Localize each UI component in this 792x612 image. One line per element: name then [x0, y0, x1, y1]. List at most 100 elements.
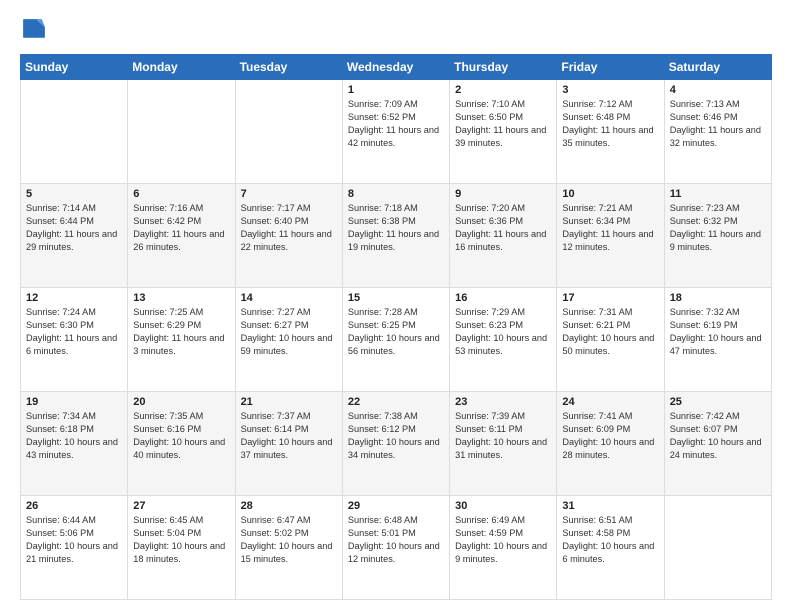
day-number: 15: [348, 292, 444, 304]
day-info: Sunrise: 6:49 AM Sunset: 4:59 PM Dayligh…: [455, 514, 551, 566]
day-number: 16: [455, 292, 551, 304]
day-header-friday: Friday: [557, 55, 664, 80]
calendar-cell: 28 Sunrise: 6:47 AM Sunset: 5:02 PM Dayli…: [235, 496, 342, 600]
week-row-4: 19Sunrise: 7:34 AM Sunset: 6:18 PM Dayli…: [21, 392, 772, 496]
calendar-cell: 2Sunrise: 7:10 AM Sunset: 6:50 PM Daylig…: [450, 80, 557, 184]
day-number: 6: [133, 188, 229, 200]
day-number: 4: [670, 84, 766, 96]
week-row-3: 12 Sunrise: 7:24 AM Sunset: 6:30 PM Dayli…: [21, 288, 772, 392]
day-header-tuesday: Tuesday: [235, 55, 342, 80]
day-header-wednesday: Wednesday: [342, 55, 449, 80]
page: SundayMondayTuesdayWednesdayThursdayFrid…: [0, 0, 792, 612]
day-info: Sunrise: 7:41 AM Sunset: 6:09 PM Dayligh…: [562, 410, 658, 462]
calendar-cell: 12 Sunrise: 7:24 AM Sunset: 6:30 PM Dayli…: [21, 288, 128, 392]
calendar-cell: 10 Sunrise: 7:21 AM Sunset: 6:34 PM Dayli…: [557, 184, 664, 288]
day-number: 24: [562, 396, 658, 408]
calendar-cell: [235, 80, 342, 184]
calendar-cell: [128, 80, 235, 184]
day-number: 10: [562, 188, 658, 200]
day-number: 14: [241, 292, 337, 304]
calendar-cell: 23Sunrise: 7:39 AM Sunset: 6:11 PM Dayli…: [450, 392, 557, 496]
calendar-cell: 8Sunrise: 7:18 AM Sunset: 6:38 PM Daylig…: [342, 184, 449, 288]
day-number: 3: [562, 84, 658, 96]
calendar-cell: 24 Sunrise: 7:41 AM Sunset: 6:09 PM Dayli…: [557, 392, 664, 496]
day-info: Sunrise: 7:29 AM Sunset: 6:23 PM Dayligh…: [455, 306, 551, 358]
day-header-sunday: Sunday: [21, 55, 128, 80]
day-header-thursday: Thursday: [450, 55, 557, 80]
calendar-header-row: SundayMondayTuesdayWednesdayThursdayFrid…: [21, 55, 772, 80]
calendar-cell: 26Sunrise: 6:44 AM Sunset: 5:06 PM Dayli…: [21, 496, 128, 600]
day-number: 26: [26, 500, 122, 512]
week-row-1: 1 Sunrise: 7:09 AM Sunset: 6:52 PM Daylig…: [21, 80, 772, 184]
day-info: Sunrise: 6:48 AM Sunset: 5:01 PM Dayligh…: [348, 514, 444, 566]
day-info: Sunrise: 6:47 AM Sunset: 5:02 PM Dayligh…: [241, 514, 337, 566]
day-header-monday: Monday: [128, 55, 235, 80]
day-info: Sunrise: 7:42 AM Sunset: 6:07 PM Dayligh…: [670, 410, 766, 462]
day-number: 18: [670, 292, 766, 304]
day-number: 2: [455, 84, 551, 96]
day-number: 11: [670, 188, 766, 200]
header: [20, 16, 772, 44]
calendar-cell: [21, 80, 128, 184]
day-header-saturday: Saturday: [664, 55, 771, 80]
day-info: Sunrise: 6:45 AM Sunset: 5:04 PM Dayligh…: [133, 514, 229, 566]
calendar-cell: [664, 496, 771, 600]
day-info: Sunrise: 7:38 AM Sunset: 6:12 PM Dayligh…: [348, 410, 444, 462]
day-info: Sunrise: 7:20 AM Sunset: 6:36 PM Dayligh…: [455, 202, 551, 254]
day-info: Sunrise: 7:13 AM Sunset: 6:46 PM Dayligh…: [670, 98, 766, 150]
day-number: 13: [133, 292, 229, 304]
calendar-cell: 19Sunrise: 7:34 AM Sunset: 6:18 PM Dayli…: [21, 392, 128, 496]
calendar-cell: 18 Sunrise: 7:32 AM Sunset: 6:19 PM Dayli…: [664, 288, 771, 392]
calendar-cell: 22 Sunrise: 7:38 AM Sunset: 6:12 PM Dayli…: [342, 392, 449, 496]
logo-icon: [20, 16, 48, 44]
day-number: 29: [348, 500, 444, 512]
calendar-cell: 20Sunrise: 7:35 AM Sunset: 6:16 PM Dayli…: [128, 392, 235, 496]
calendar-cell: 9 Sunrise: 7:20 AM Sunset: 6:36 PM Daylig…: [450, 184, 557, 288]
calendar-cell: 1 Sunrise: 7:09 AM Sunset: 6:52 PM Daylig…: [342, 80, 449, 184]
day-info: Sunrise: 7:32 AM Sunset: 6:19 PM Dayligh…: [670, 306, 766, 358]
day-info: Sunrise: 7:37 AM Sunset: 6:14 PM Dayligh…: [241, 410, 337, 462]
day-info: Sunrise: 7:28 AM Sunset: 6:25 PM Dayligh…: [348, 306, 444, 358]
day-info: Sunrise: 7:18 AM Sunset: 6:38 PM Dayligh…: [348, 202, 444, 254]
day-number: 28: [241, 500, 337, 512]
day-number: 17: [562, 292, 658, 304]
calendar-cell: 16 Sunrise: 7:29 AM Sunset: 6:23 PM Dayli…: [450, 288, 557, 392]
calendar-cell: 25Sunrise: 7:42 AM Sunset: 6:07 PM Dayli…: [664, 392, 771, 496]
logo: [20, 16, 52, 44]
day-info: Sunrise: 7:35 AM Sunset: 6:16 PM Dayligh…: [133, 410, 229, 462]
day-number: 1: [348, 84, 444, 96]
day-info: Sunrise: 7:21 AM Sunset: 6:34 PM Dayligh…: [562, 202, 658, 254]
day-number: 22: [348, 396, 444, 408]
day-number: 9: [455, 188, 551, 200]
day-info: Sunrise: 6:51 AM Sunset: 4:58 PM Dayligh…: [562, 514, 658, 566]
calendar-cell: 21 Sunrise: 7:37 AM Sunset: 6:14 PM Dayli…: [235, 392, 342, 496]
day-number: 21: [241, 396, 337, 408]
day-info: Sunrise: 7:24 AM Sunset: 6:30 PM Dayligh…: [26, 306, 122, 358]
calendar-table: SundayMondayTuesdayWednesdayThursdayFrid…: [20, 54, 772, 600]
day-info: Sunrise: 7:16 AM Sunset: 6:42 PM Dayligh…: [133, 202, 229, 254]
day-number: 30: [455, 500, 551, 512]
calendar-cell: 31 Sunrise: 6:51 AM Sunset: 4:58 PM Dayli…: [557, 496, 664, 600]
day-info: Sunrise: 7:09 AM Sunset: 6:52 PM Dayligh…: [348, 98, 444, 150]
calendar-cell: 30 Sunrise: 6:49 AM Sunset: 4:59 PM Dayli…: [450, 496, 557, 600]
calendar-cell: 3 Sunrise: 7:12 AM Sunset: 6:48 PM Daylig…: [557, 80, 664, 184]
day-number: 27: [133, 500, 229, 512]
day-number: 23: [455, 396, 551, 408]
week-row-5: 26Sunrise: 6:44 AM Sunset: 5:06 PM Dayli…: [21, 496, 772, 600]
calendar-cell: 15 Sunrise: 7:28 AM Sunset: 6:25 PM Dayli…: [342, 288, 449, 392]
day-info: Sunrise: 7:17 AM Sunset: 6:40 PM Dayligh…: [241, 202, 337, 254]
calendar-cell: 7Sunrise: 7:17 AM Sunset: 6:40 PM Daylig…: [235, 184, 342, 288]
day-info: Sunrise: 7:12 AM Sunset: 6:48 PM Dayligh…: [562, 98, 658, 150]
calendar-cell: 4 Sunrise: 7:13 AM Sunset: 6:46 PM Daylig…: [664, 80, 771, 184]
calendar-cell: 27 Sunrise: 6:45 AM Sunset: 5:04 PM Dayli…: [128, 496, 235, 600]
day-number: 31: [562, 500, 658, 512]
day-info: Sunrise: 7:14 AM Sunset: 6:44 PM Dayligh…: [26, 202, 122, 254]
day-number: 12: [26, 292, 122, 304]
day-info: Sunrise: 7:31 AM Sunset: 6:21 PM Dayligh…: [562, 306, 658, 358]
calendar-cell: 14 Sunrise: 7:27 AM Sunset: 6:27 PM Dayli…: [235, 288, 342, 392]
calendar-cell: 17 Sunrise: 7:31 AM Sunset: 6:21 PM Dayli…: [557, 288, 664, 392]
day-info: Sunrise: 7:27 AM Sunset: 6:27 PM Dayligh…: [241, 306, 337, 358]
calendar-cell: 5Sunrise: 7:14 AM Sunset: 6:44 PM Daylig…: [21, 184, 128, 288]
week-row-2: 5Sunrise: 7:14 AM Sunset: 6:44 PM Daylig…: [21, 184, 772, 288]
calendar-cell: 11Sunrise: 7:23 AM Sunset: 6:32 PM Dayli…: [664, 184, 771, 288]
